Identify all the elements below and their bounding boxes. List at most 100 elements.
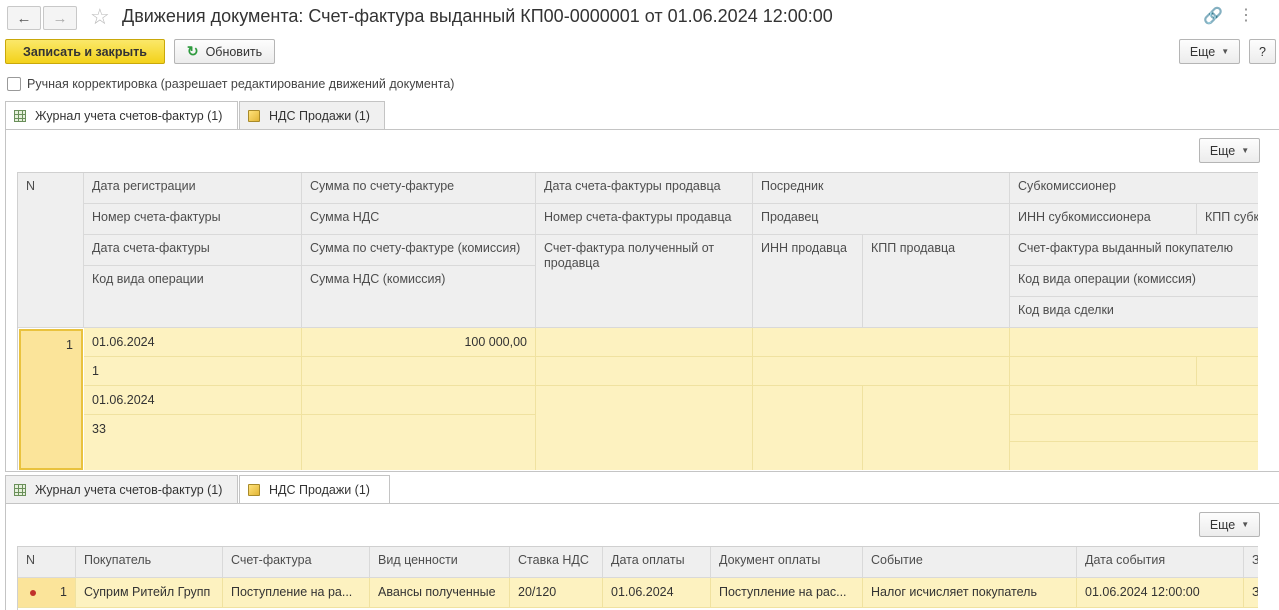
cell-op-code[interactable]: 33 (84, 415, 302, 470)
cell-vat-rate[interactable]: 20/120 (510, 578, 603, 608)
back-button[interactable]: ← (7, 6, 41, 30)
register-icon (248, 109, 260, 122)
col-extra[interactable]: З (1244, 547, 1258, 578)
refresh-label: Обновить (205, 44, 263, 59)
arrow-left-icon: ← (16, 9, 32, 27)
more-vertical-icon[interactable]: ⋮ (1238, 5, 1254, 25)
vat-more-button[interactable]: Еще ▼ (1199, 512, 1260, 537)
cell-event-date[interactable]: 01.06.2024 12:00:00 (1077, 578, 1244, 608)
col-seller-inv-no[interactable]: Номер счета-фактуры продавца (536, 204, 753, 235)
table-icon (14, 483, 26, 496)
help-button[interactable]: ? (1249, 39, 1276, 64)
refresh-icon: ↻ (186, 43, 199, 59)
row-n-cell[interactable]: 1 (19, 329, 83, 470)
journal-more-button[interactable]: Еще ▼ (1199, 138, 1260, 163)
col-reg-date[interactable]: Дата регистрации (84, 173, 302, 204)
row-n-label: 1 (60, 585, 67, 599)
refresh-button[interactable]: ↻ Обновить (174, 39, 275, 64)
col-issued-inv[interactable]: Счет-фактура выданный покупателю (1010, 235, 1258, 266)
cell-seller-inv-no[interactable] (536, 357, 753, 386)
col-pay-doc[interactable]: Документ оплаты (711, 547, 863, 578)
cell-deal-code[interactable] (1010, 442, 1258, 470)
cell-sub-inn[interactable] (1010, 357, 1197, 386)
col-invoice[interactable]: Счет-фактура (223, 547, 370, 578)
help-label: ? (1259, 44, 1266, 59)
tab-bar-bottom: Журнал учета счетов-фактур (1) НДС Прода… (5, 475, 1279, 504)
col-deal-code[interactable]: Код вида сделки (1010, 297, 1258, 328)
caret-down-icon: ▼ (1241, 520, 1250, 529)
col-event[interactable]: Событие (863, 547, 1077, 578)
col-seller-kpp[interactable]: КПП продавца (863, 235, 1010, 328)
col-seller-inv-date[interactable]: Дата счета-фактуры продавца (536, 173, 753, 204)
col-subcommissioner[interactable]: Субкомиссионер (1010, 173, 1258, 204)
col-invoice-sum[interactable]: Сумма по счету-фактуре (302, 173, 536, 204)
col-received-inv[interactable]: Счет-фактура полученный от продавца (536, 235, 753, 328)
save-and-close-label: Записать и закрыть (23, 44, 147, 59)
cell-vat-sum-comm[interactable] (302, 415, 536, 470)
col-value-type[interactable]: Вид ценности (370, 547, 510, 578)
tab-bar-top: Журнал учета счетов-фактур (1) НДС Прода… (5, 101, 1279, 130)
cell-invoice-sum-comm[interactable] (302, 386, 536, 415)
journal-table: N Дата регистрации Номер счета-фактуры Д… (17, 172, 1258, 470)
cell-invoice-no[interactable]: 1 (84, 357, 302, 386)
cell-reg-date[interactable]: 01.06.2024 (84, 328, 302, 357)
link-icon[interactable]: 🔗 (1203, 6, 1223, 26)
favorite-star-icon[interactable]: ☆ (90, 4, 110, 30)
col-sub-kpp[interactable]: КПП субк (1197, 204, 1258, 235)
col-event-date[interactable]: Дата события (1077, 547, 1244, 578)
cell-seller-inn[interactable] (753, 386, 863, 470)
cell-extra[interactable]: З (1244, 578, 1258, 608)
col-vat-sum[interactable]: Сумма НДС (302, 204, 536, 235)
col-seller-inn[interactable]: ИНН продавца (753, 235, 863, 328)
save-and-close-button[interactable]: Записать и закрыть (5, 39, 165, 64)
tab-journal-label: Журнал учета счетов-фактур (1) (35, 109, 223, 123)
cell-invoice-sum[interactable]: 100 000,00 (302, 328, 536, 357)
col-intermediary[interactable]: Посредник (753, 173, 1010, 204)
col-buyer[interactable]: Покупатель (76, 547, 223, 578)
col-op-code-comm[interactable]: Код вида операции (комиссия) (1010, 266, 1258, 297)
journal-more-label: Еще (1209, 143, 1236, 158)
col-op-code[interactable]: Код вида операции (84, 266, 302, 328)
cell-vat-sum[interactable] (302, 357, 536, 386)
cell-event[interactable]: Налог исчисляет покупатель (863, 578, 1077, 608)
col-n[interactable]: N (18, 547, 76, 578)
cell-issued-inv[interactable] (1010, 386, 1258, 415)
cell-invoice-date[interactable]: 01.06.2024 (84, 386, 302, 415)
tab-journal-bottom[interactable]: Журнал учета счетов-фактур (1) (5, 475, 238, 503)
col-invoice-sum-comm[interactable]: Сумма по счету-фактуре (комиссия) (302, 235, 536, 266)
cell-pay-date[interactable]: 01.06.2024 (603, 578, 711, 608)
manual-edit-checkbox[interactable] (7, 77, 21, 91)
row-n-cell[interactable]: 1 (18, 578, 76, 608)
more-menu-button[interactable]: Еще ▼ (1179, 39, 1240, 64)
vat-sales-table: N Покупатель Счет-фактура Вид ценности С… (17, 546, 1258, 610)
cell-invoice[interactable]: Поступление на ра... (223, 578, 370, 608)
col-invoice-no[interactable]: Номер счета-фактуры (84, 204, 302, 235)
tab-vat-sales-label: НДС Продажи (1) (269, 108, 370, 123)
cell-buyer[interactable]: Суприм Ритейл Групп (76, 578, 223, 608)
register-icon (248, 484, 260, 496)
cell-intermediary[interactable] (753, 328, 1010, 357)
cell-received-inv[interactable] (536, 386, 753, 470)
tab-journal-top[interactable]: Журнал учета счетов-фактур (1) (5, 101, 238, 130)
col-vat-rate[interactable]: Ставка НДС (510, 547, 603, 578)
tab-vat-sales-top[interactable]: НДС Продажи (1) (239, 101, 385, 129)
col-vat-sum-comm[interactable]: Сумма НДС (комиссия) (302, 266, 536, 328)
table-icon (14, 110, 26, 122)
cell-op-code-comm[interactable] (1010, 415, 1258, 442)
cell-value-type[interactable]: Авансы полученные (370, 578, 510, 608)
cell-subcommissioner[interactable] (1010, 328, 1258, 357)
cell-seller-inv-date[interactable] (536, 328, 753, 357)
col-n[interactable]: N (18, 173, 84, 328)
col-invoice-date[interactable]: Дата счета-фактуры (84, 235, 302, 266)
col-sub-inn[interactable]: ИНН субкомиссионера (1010, 204, 1197, 235)
tab-vat-sales-bottom[interactable]: НДС Продажи (1) (239, 475, 390, 504)
col-seller[interactable]: Продавец (753, 204, 1010, 235)
col-pay-date[interactable]: Дата оплаты (603, 547, 711, 578)
more-label: Еще (1189, 44, 1216, 59)
cell-sub-kpp[interactable] (1197, 357, 1258, 386)
cell-seller[interactable] (753, 357, 1010, 386)
forward-button[interactable]: → (43, 6, 77, 30)
tab-journal-label: Журнал учета счетов-фактур (1) (35, 482, 223, 497)
cell-pay-doc[interactable]: Поступление на рас... (711, 578, 863, 608)
cell-seller-kpp[interactable] (863, 386, 1010, 470)
